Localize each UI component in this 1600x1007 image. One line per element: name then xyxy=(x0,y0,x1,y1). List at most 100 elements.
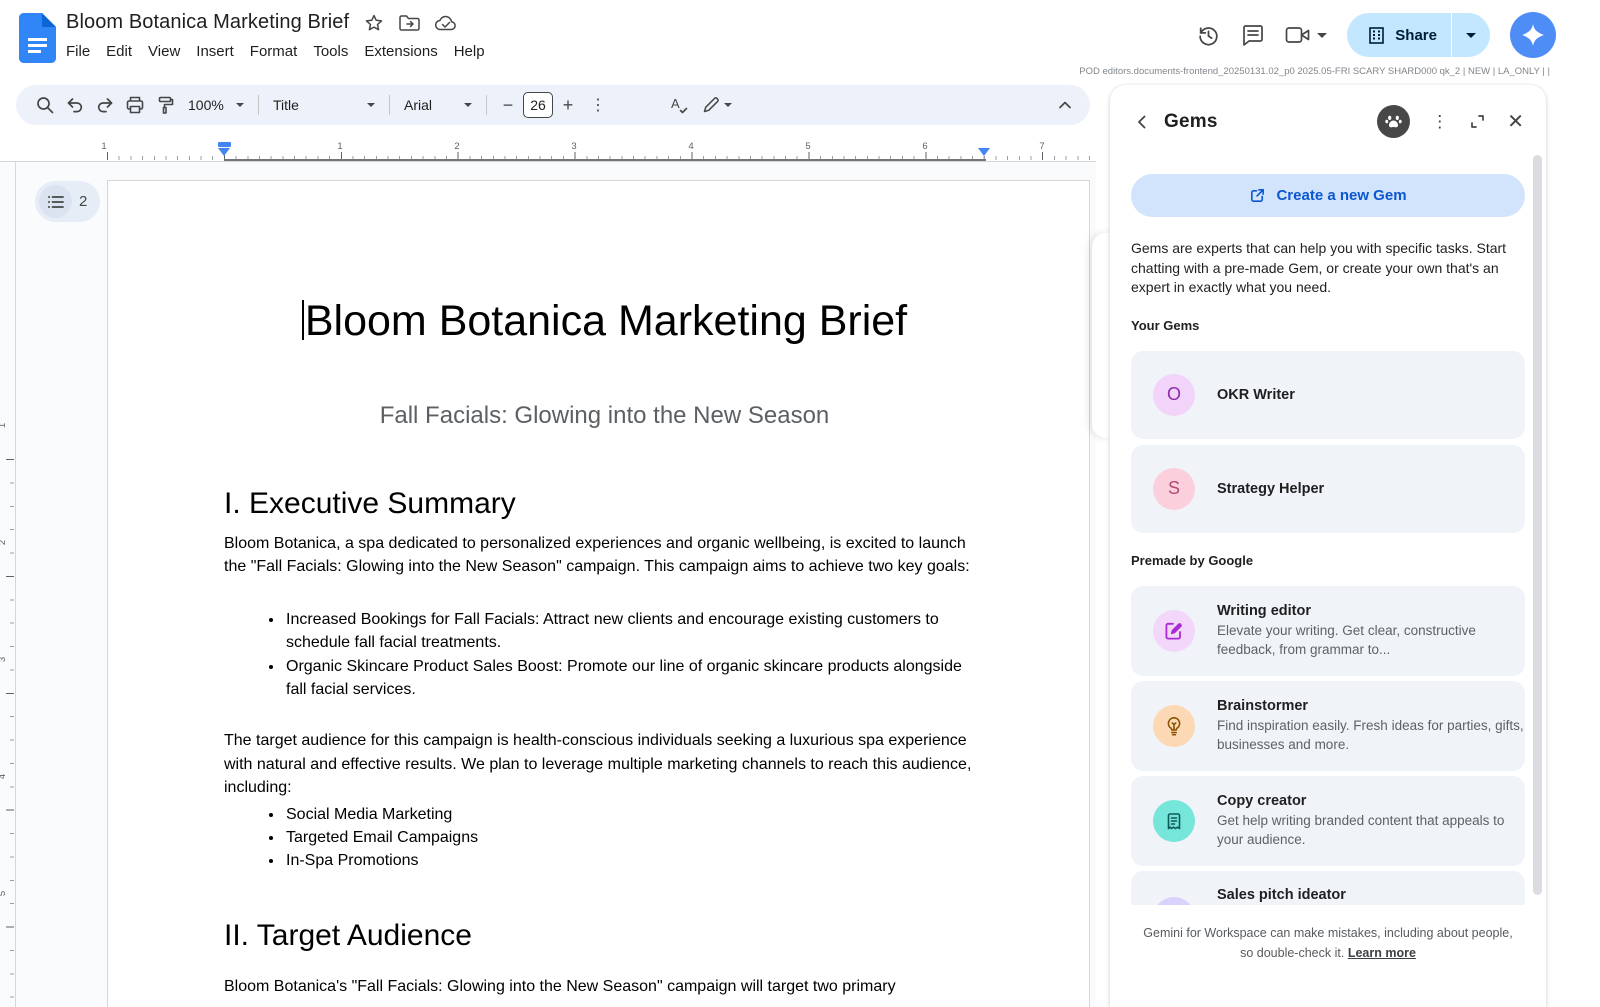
gems-panel-title: Gems xyxy=(1164,111,1218,133)
list-item: Targeted Email Campaigns xyxy=(284,826,985,849)
zoom-select[interactable]: 100% xyxy=(180,90,252,120)
build-debug-text: POD editors.documents-frontend_20250131.… xyxy=(1079,66,1550,77)
menu-view[interactable]: View xyxy=(140,41,188,62)
document-page[interactable]: Bloom Botanica Marketing Brief Fall Faci… xyxy=(107,180,1090,1007)
gem-name: OKR Writer xyxy=(1217,387,1295,403)
doc-heading-exec-summary[interactable]: I. Executive Summary xyxy=(224,485,985,523)
building-icon xyxy=(1367,26,1386,45)
outline-list-icon xyxy=(39,185,72,218)
doc-subtitle[interactable]: Fall Facials: Glowing into the New Seaso… xyxy=(224,402,985,430)
gem-card-brainstormer[interactable]: Brainstormer Find inspiration easily. Fr… xyxy=(1131,681,1525,771)
gem-card-sales-pitch-ideator[interactable]: Sales pitch ideator xyxy=(1131,871,1525,908)
meet-video-icon[interactable] xyxy=(1285,25,1327,45)
gem-card-copy-creator[interactable]: Copy creator Get help writing branded co… xyxy=(1131,776,1525,866)
spelling-check-icon[interactable]: A xyxy=(665,90,695,120)
premade-by-google-label: Premade by Google xyxy=(1131,553,1525,568)
create-new-gem-label: Create a new Gem xyxy=(1276,187,1406,204)
doc-heading-title[interactable]: Bloom Botanica Marketing Brief xyxy=(224,296,985,346)
gemini-sparkle-icon xyxy=(1520,22,1546,48)
google-docs-logo[interactable] xyxy=(19,13,56,68)
learn-more-link[interactable]: Learn more xyxy=(1348,946,1416,960)
decrease-font-size-button[interactable]: − xyxy=(493,90,523,120)
list-item: Social Media Marketing xyxy=(284,803,985,826)
menu-file[interactable]: File xyxy=(58,41,98,62)
doc-bullet-list-goals[interactable]: Increased Bookings for Fall Facials: Att… xyxy=(224,608,985,702)
paw-icon[interactable] xyxy=(1377,105,1410,138)
expand-panel-icon[interactable] xyxy=(1469,113,1486,130)
doc-paragraph[interactable]: The target audience for this campaign is… xyxy=(224,729,985,799)
increase-font-size-button[interactable]: + xyxy=(553,90,583,120)
menu-bar: File Edit View Insert Format Tools Exten… xyxy=(58,41,493,62)
gem-name: Strategy Helper xyxy=(1217,481,1324,497)
gem-card-writing-editor[interactable]: Writing editor Elevate your writing. Get… xyxy=(1131,586,1525,676)
menu-format[interactable]: Format xyxy=(242,41,306,62)
font-size-input[interactable]: 26 xyxy=(523,92,553,118)
document-tabs-button[interactable]: 2 xyxy=(35,181,100,222)
menu-extensions[interactable]: Extensions xyxy=(356,41,445,62)
undo-icon[interactable] xyxy=(60,90,90,120)
doc-heading-target-audience[interactable]: II. Target Audience xyxy=(224,917,985,955)
vertical-ruler[interactable]: 1 2 3 4 5 xyxy=(0,162,16,1007)
your-gems-list: O OKR Writer S Strategy Helper xyxy=(1131,351,1525,533)
gem-card-okr-writer[interactable]: O OKR Writer xyxy=(1131,351,1525,439)
your-gems-label: Your Gems xyxy=(1131,318,1525,333)
menu-insert[interactable]: Insert xyxy=(188,41,242,62)
list-item: In-Spa Promotions xyxy=(284,849,985,872)
print-icon[interactable] xyxy=(120,90,150,120)
menu-help[interactable]: Help xyxy=(446,41,493,62)
paint-format-icon[interactable] xyxy=(150,90,180,120)
toolbar: 100% Title Arial − 26 + ⋮ A xyxy=(16,85,1090,125)
back-chevron-icon[interactable] xyxy=(1134,114,1150,130)
create-new-gem-button[interactable]: Create a new Gem xyxy=(1131,174,1525,217)
gemini-button[interactable] xyxy=(1510,12,1556,58)
panel-scrollbar[interactable] xyxy=(1533,155,1542,895)
lightbulb-icon xyxy=(1153,705,1195,747)
editing-mode-pen-icon[interactable] xyxy=(695,90,739,120)
document-content: Bloom Botanica Marketing Brief Fall Faci… xyxy=(108,181,1089,998)
share-dropdown[interactable] xyxy=(1452,13,1490,57)
gem-name: Writing editor xyxy=(1217,603,1525,619)
doc-paragraph[interactable]: Bloom Botanica, a spa dedicated to perso… xyxy=(224,532,985,579)
version-history-icon[interactable] xyxy=(1196,23,1221,48)
gem-name: Brainstormer xyxy=(1217,698,1525,714)
gems-description: Gems are experts that can help you with … xyxy=(1131,239,1525,298)
text-cursor xyxy=(302,300,304,340)
panel-more-options-icon[interactable]: ⋮ xyxy=(1431,112,1448,132)
gems-panel-header: Gems ⋮ ✕ xyxy=(1110,85,1546,138)
search-menus-icon[interactable] xyxy=(30,90,60,120)
gem-card-strategy-helper[interactable]: S Strategy Helper xyxy=(1131,445,1525,533)
gem-name: Sales pitch ideator xyxy=(1217,887,1525,903)
gemini-disclaimer-footer: Gemini for Workspace can make mistakes, … xyxy=(1110,905,1546,1007)
doc-paragraph[interactable]: Bloom Botanica's "Fall Facials: Glowing … xyxy=(224,975,985,998)
document-title[interactable]: Bloom Botanica Marketing Brief xyxy=(66,11,349,34)
font-value: Arial xyxy=(404,97,432,113)
menu-edit[interactable]: Edit xyxy=(98,41,140,62)
menu-tools[interactable]: Tools xyxy=(305,41,356,62)
paragraph-style-select[interactable]: Title xyxy=(265,90,383,120)
style-value: Title xyxy=(273,97,299,113)
hide-menus-chevron-icon[interactable] xyxy=(1050,90,1080,120)
svg-text:A: A xyxy=(671,96,680,111)
gem-avatar: O xyxy=(1153,374,1195,416)
doc-bullet-list-channels[interactable]: Social Media Marketing Targeted Email Ca… xyxy=(224,803,985,873)
move-folder-icon[interactable] xyxy=(399,14,420,32)
horizontal-ruler[interactable]: 1 1 2 3 4 5 6 7 xyxy=(0,140,1090,161)
star-icon[interactable] xyxy=(364,13,384,33)
font-select[interactable]: Arial xyxy=(396,90,480,120)
gem-name: Copy creator xyxy=(1217,793,1525,809)
redo-icon[interactable] xyxy=(90,90,120,120)
cloud-status-icon[interactable] xyxy=(435,15,457,31)
share-button[interactable]: Share xyxy=(1347,13,1490,57)
right-indent-marker[interactable] xyxy=(978,148,990,156)
close-panel-icon[interactable]: ✕ xyxy=(1507,109,1524,134)
more-options-kebab-icon[interactable]: ⋮ xyxy=(583,90,613,120)
first-line-indent-marker[interactable] xyxy=(218,142,231,147)
gem-description: Get help writing branded content that ap… xyxy=(1217,811,1525,849)
list-item: Organic Skincare Product Sales Boost: Pr… xyxy=(284,655,985,702)
comments-icon[interactable] xyxy=(1241,23,1265,47)
list-item: Increased Bookings for Fall Facials: Att… xyxy=(284,608,985,655)
gems-scroll-area[interactable]: Gems are experts that can help you with … xyxy=(1110,217,1546,907)
edit-square-icon xyxy=(1153,610,1195,652)
left-indent-marker[interactable] xyxy=(218,148,230,156)
gem-avatar: S xyxy=(1153,468,1195,510)
